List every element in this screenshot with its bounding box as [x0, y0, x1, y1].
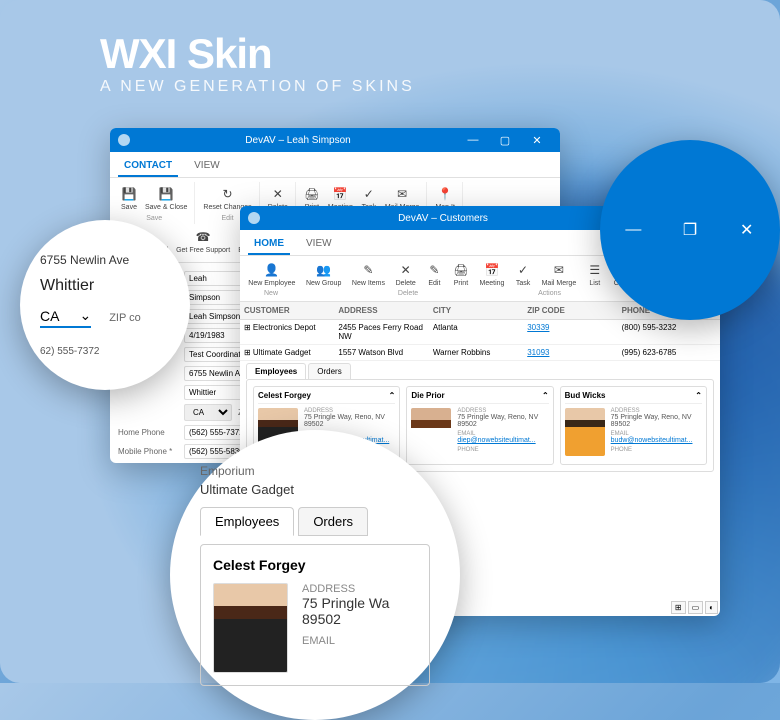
zoom-tab-orders[interactable]: Orders — [298, 507, 368, 536]
col-customer[interactable]: CUSTOMER — [244, 306, 338, 315]
zoom-ultimate: Ultimate Gadget — [200, 482, 430, 497]
avatar — [565, 408, 605, 456]
ribbon-print[interactable]: 🖨Print — [450, 260, 472, 289]
app-icon — [248, 212, 260, 224]
chevron-down-icon: ⌄ — [79, 307, 91, 324]
zoom-phone: 62) 555-7372 — [40, 346, 170, 357]
chevron-up-icon[interactable]: ⌃ — [389, 391, 396, 400]
ribbon-delete[interactable]: ✕Delete — [393, 260, 419, 289]
maximize-button[interactable]: ▢ — [490, 130, 520, 150]
hero-subtitle: A NEW GENERATION OF SKINS — [100, 78, 415, 96]
ribbon-mail-merge[interactable]: ✉Mail Merge — [539, 260, 580, 289]
minimize-button[interactable]: — — [458, 130, 488, 150]
app-icon — [118, 134, 130, 146]
subtab-orders[interactable]: Orders — [308, 363, 350, 379]
table-row[interactable]: ⊞ Ultimate Gadget1557 Watson BlvdWarner … — [240, 345, 720, 361]
tab-home[interactable]: HOME — [248, 234, 290, 255]
ribbon-save-&-close[interactable]: 💾Save & Close — [142, 184, 190, 213]
col-address[interactable]: ADDRESS — [338, 306, 432, 315]
col-city[interactable]: CITY — [433, 306, 527, 315]
zoom-avatar — [213, 583, 288, 673]
ribbon-new-employee[interactable]: 👤New Employee — [245, 260, 298, 289]
zoom-email-label: EMAIL — [302, 635, 389, 647]
zoom-zip-label: ZIP co — [109, 312, 141, 324]
employee-card[interactable]: Die Prior⌃ADDRESS75 Pringle Way, Reno, N… — [406, 386, 553, 465]
ribbon-new-items[interactable]: ✎New Items — [349, 260, 388, 289]
chevron-up-icon[interactable]: ⌃ — [542, 391, 549, 400]
ribbon-save[interactable]: 💾Save — [118, 184, 140, 213]
subtab-employees[interactable]: Employees — [246, 363, 306, 379]
zoom-employee-name: Celest Forgey — [213, 557, 417, 573]
tab-view[interactable]: VIEW — [188, 156, 226, 177]
minimize-icon[interactable]: — — [620, 212, 647, 248]
zoom-address-label: ADDRESS — [302, 583, 389, 595]
employee-card[interactable]: Bud Wicks⌃ADDRESS75 Pringle Way, Reno, N… — [560, 386, 707, 465]
zoom-zip-value: 89502 — [302, 611, 389, 627]
ribbon-get-free-support[interactable]: ☎Get Free Support — [173, 227, 233, 256]
zoom-address-line: 6755 Newlin Ave — [40, 253, 170, 267]
chevron-up-icon[interactable]: ⌃ — [695, 391, 702, 400]
status-icon[interactable]: ⊞ — [671, 601, 686, 614]
titlebar[interactable]: DevAV – Leah Simpson — ▢ ✕ — [110, 128, 560, 152]
status-icon[interactable]: ◐ — [705, 601, 718, 614]
ribbon-meeting[interactable]: 📅Meeting — [477, 260, 508, 289]
zoom-state-select[interactable]: CA⌄ — [40, 307, 91, 328]
ribbon-edit[interactable]: ✎Edit — [423, 260, 445, 289]
ribbon-new-group[interactable]: 👥New Group — [303, 260, 344, 289]
ribbon-list[interactable]: ☰List — [584, 260, 606, 289]
select-state[interactable]: CA — [184, 404, 232, 421]
zoom-window-controls: — ❐ ✕ — [600, 140, 780, 320]
zoom-tab-employees[interactable]: Employees — [200, 507, 294, 536]
window-title: DevAV – Leah Simpson — [138, 135, 458, 146]
label-homephone: Home Phone — [118, 428, 178, 437]
window-title: DevAV – Customers — [268, 213, 618, 224]
restore-icon[interactable]: ❐ — [677, 212, 704, 248]
hero-title: WXI Skin — [100, 30, 415, 78]
tab-contact[interactable]: CONTACT — [118, 156, 178, 177]
avatar — [411, 408, 451, 456]
status-icon[interactable]: ▭ — [688, 601, 704, 614]
zoom-address-value: 75 Pringle Wa — [302, 595, 389, 611]
close-icon[interactable]: ✕ — [733, 212, 760, 248]
col-zip[interactable]: ZIP CODE — [527, 306, 621, 315]
zoom-emporium: Emporium — [200, 464, 430, 478]
zoom-employee-card: Emporium Ultimate Gadget Employees Order… — [170, 430, 460, 720]
close-button[interactable]: ✕ — [522, 130, 552, 150]
label-mobile: Mobile Phone * — [118, 447, 178, 456]
ribbon-task[interactable]: ✓Task — [512, 260, 534, 289]
tab-view[interactable]: VIEW — [300, 234, 338, 255]
table-row[interactable]: ⊞ Electronics Depot2455 Paces Ferry Road… — [240, 320, 720, 345]
zoom-address: 6755 Newlin Ave Whittier CA⌄ ZIP co 62) … — [20, 220, 190, 390]
zoom-city: Whittier — [40, 277, 170, 295]
